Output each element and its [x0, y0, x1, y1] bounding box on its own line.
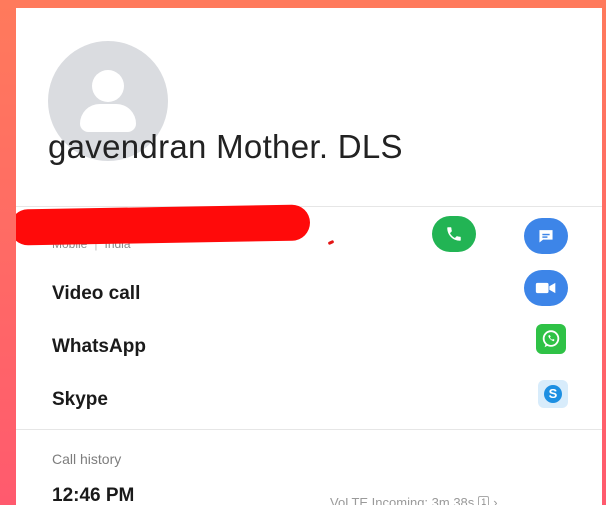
avatar-head	[92, 70, 124, 102]
call-history-detail[interactable]: VoLTE Incoming: 3m 38s 1 ›	[330, 495, 498, 505]
redaction-mark	[327, 239, 335, 246]
sim-badge: 1	[478, 496, 490, 505]
skype-badge: S	[544, 385, 562, 403]
message-button[interactable]	[524, 218, 568, 254]
chevron-right-icon: ›	[493, 495, 498, 505]
call-detail-text: VoLTE Incoming: 3m 38s	[330, 495, 475, 505]
whatsapp-icon[interactable]	[536, 324, 566, 354]
message-icon	[539, 230, 553, 243]
video-call-label[interactable]: Video call	[52, 283, 140, 305]
call-history-title: Call history	[52, 451, 122, 467]
phone-number-redaction	[16, 204, 311, 246]
whatsapp-label[interactable]: WhatsApp	[52, 336, 146, 358]
whatsapp-logo-icon	[542, 330, 560, 348]
skype-icon[interactable]: S	[538, 380, 568, 408]
contact-sheet: gavendran Mother. DLS Mobile|India Video…	[16, 8, 602, 505]
call-button[interactable]	[432, 216, 476, 252]
contact-name: gavendran Mother. DLS	[48, 128, 403, 165]
video-call-button[interactable]	[524, 270, 568, 306]
skype-label[interactable]: Skype	[52, 389, 108, 411]
divider	[16, 429, 602, 430]
video-camera-icon	[535, 282, 556, 294]
call-history-time[interactable]: 12:46 PM	[52, 485, 134, 505]
divider	[16, 206, 602, 207]
phone-icon	[447, 227, 461, 241]
